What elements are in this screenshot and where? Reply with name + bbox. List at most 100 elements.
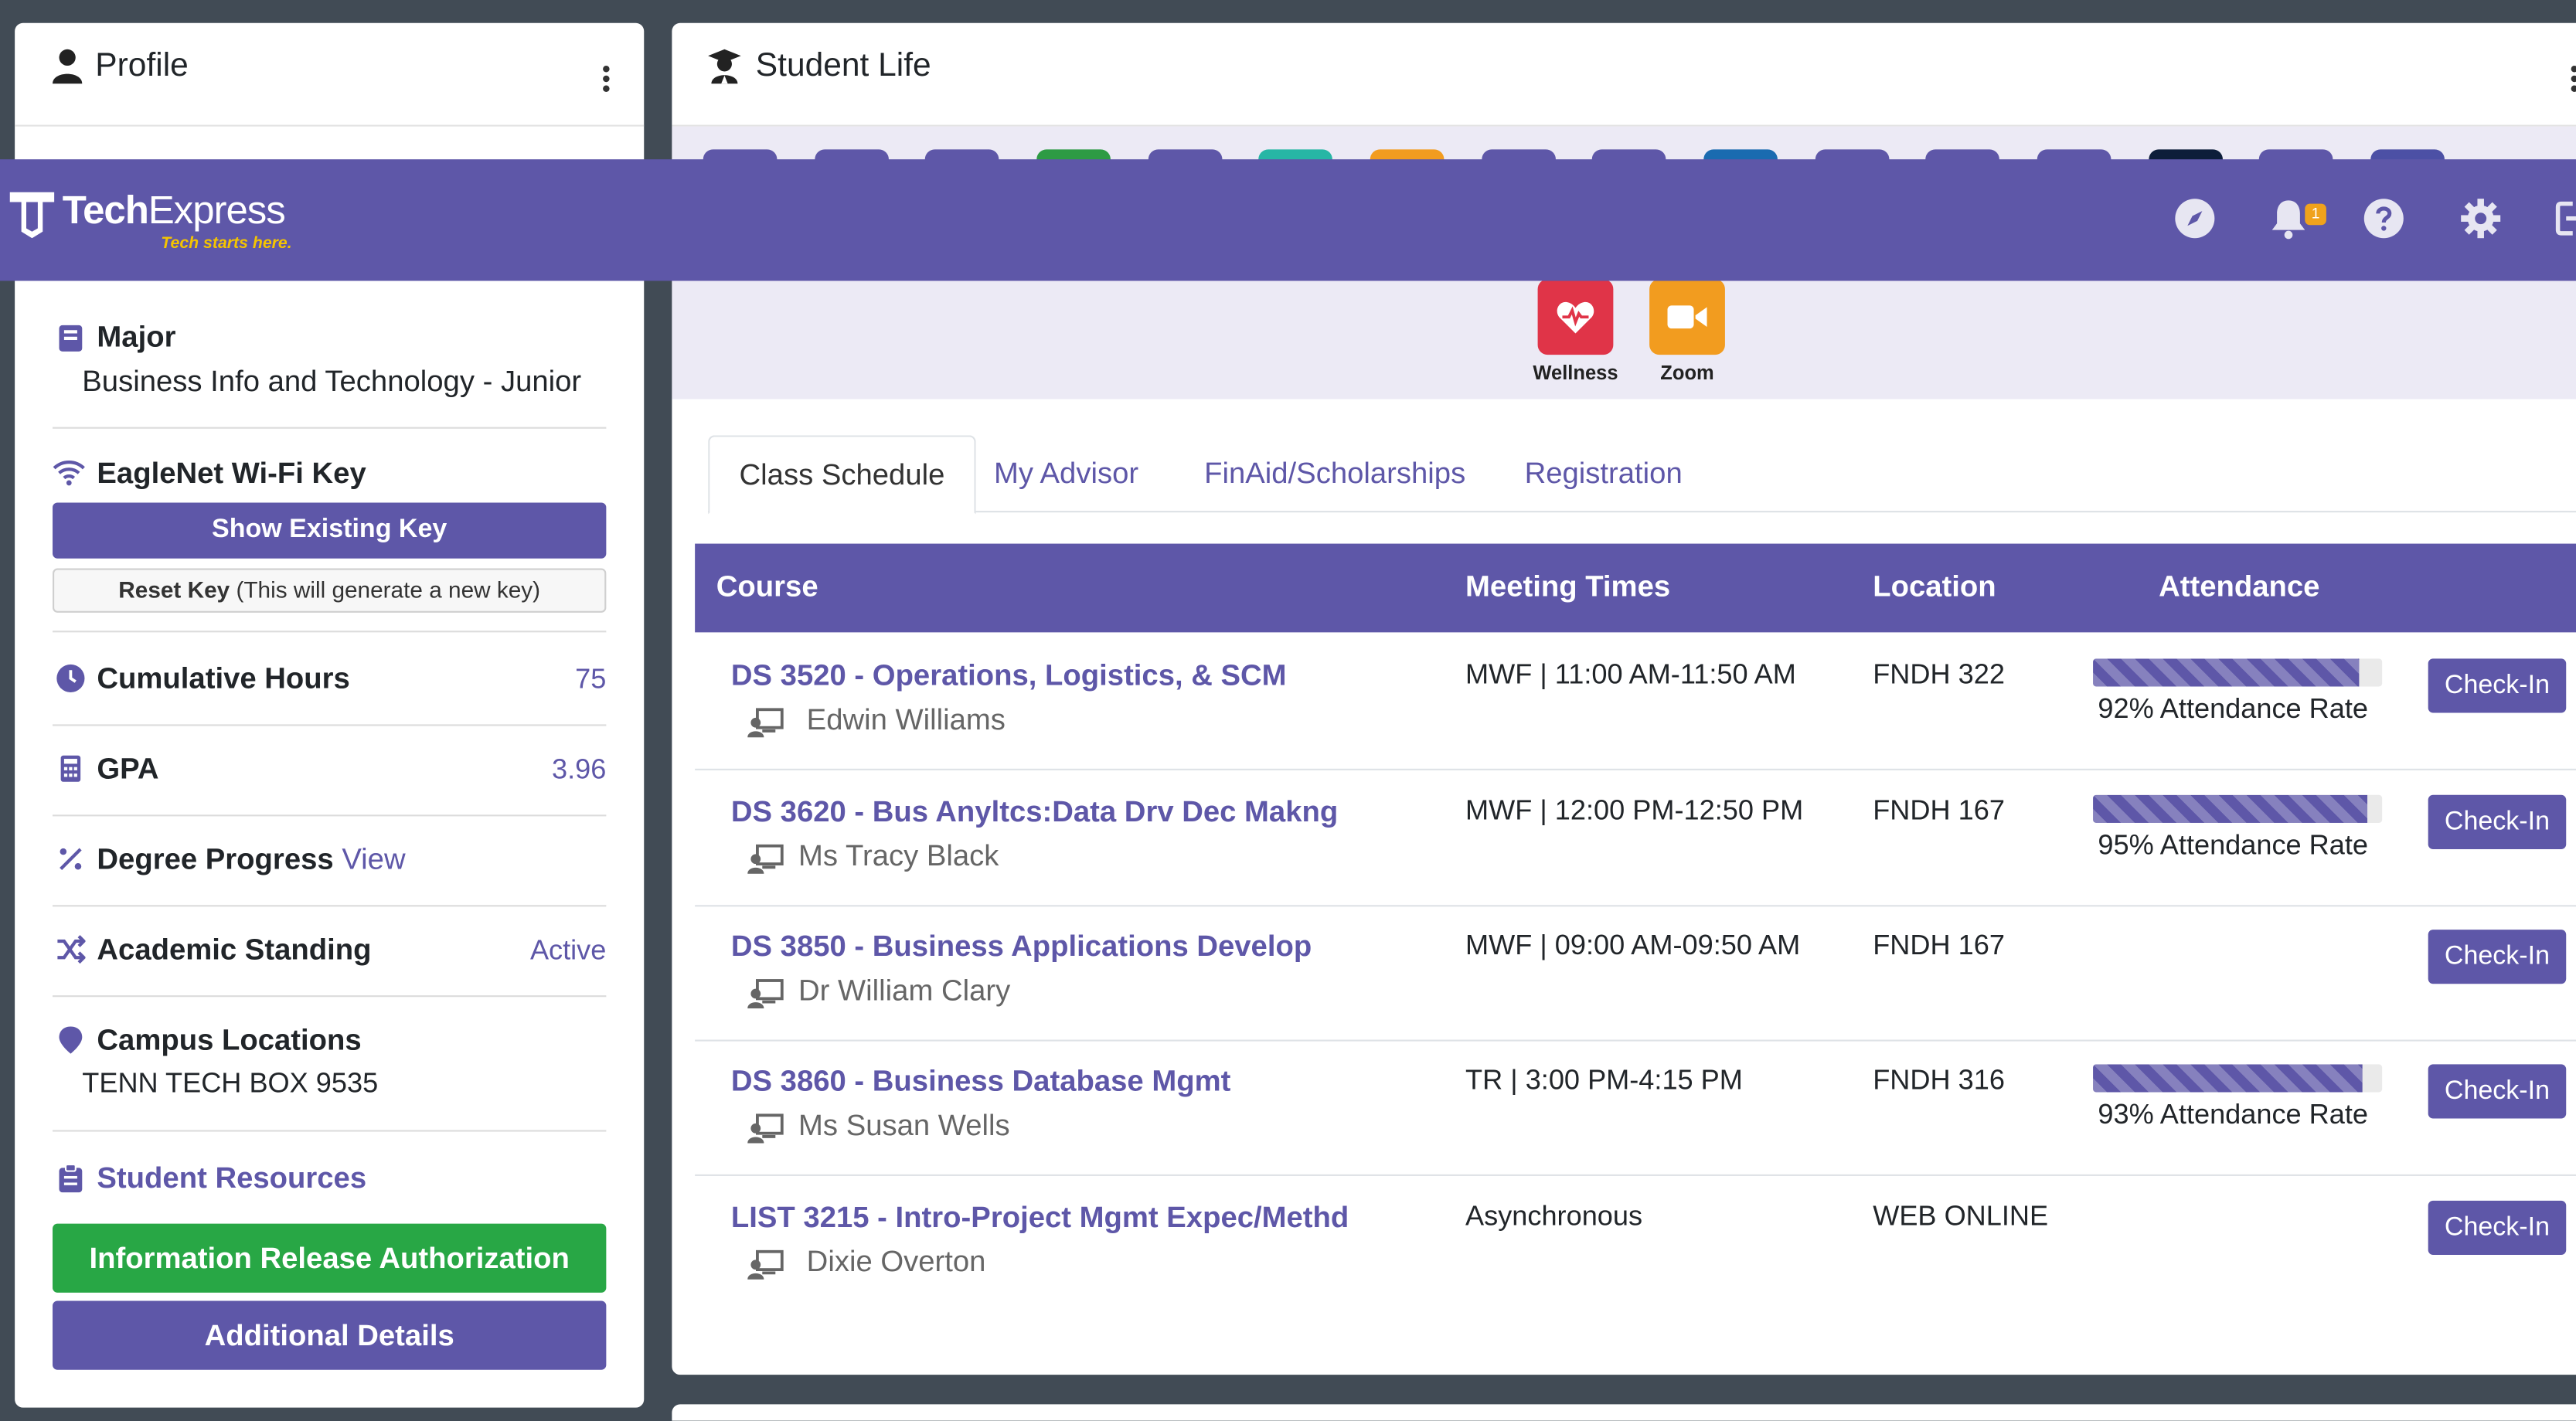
instructor-name: Dr William Clary [798,974,1011,1008]
instructor-name: Ms Susan Wells [798,1108,1010,1142]
instructor-name: Edwin Williams [806,702,1006,736]
gpa-row: GPA 3.96 [53,726,607,817]
col-attendance: Attendance [2159,569,2320,603]
tab-finaid-scholarships[interactable]: FinAid/Scholarships [1204,435,1465,511]
additional-details-button[interactable]: Additional Details [53,1300,607,1370]
student-life-title: Student Life [755,47,931,84]
attendance-bar-fill [2093,794,2368,823]
attendance-rate: 92% Attendance Rate [2098,693,2369,725]
next-card-edge [672,1404,2576,1421]
gpa-value: 3.96 [552,753,607,786]
show-key-button[interactable]: Show Existing Key [53,502,607,559]
help-icon[interactable] [2363,197,2405,240]
col-location: Location [1873,569,1996,603]
campus-label: Campus Locations [97,1023,362,1056]
tab-class-schedule[interactable]: Class Schedule [708,435,976,515]
student-life-header: Student Life [672,23,2576,127]
app-logo[interactable]: TechExpress [63,189,286,235]
chalkboard-teacher-icon [747,708,784,738]
table-row: DS 3620 - Bus Anyltcs:Data Drv Dec Makng… [695,770,2576,907]
percent-icon [60,848,82,870]
meeting-time: MWF | 12:00 PM-12:50 PM [1465,794,1804,827]
course-link[interactable]: DS 3620 - Bus Anyltcs:Data Drv Dec Makng [731,795,1338,830]
location: WEB ONLINE [1873,1200,2049,1232]
attendance-bar [2093,1064,2383,1093]
info-release-button[interactable]: Information Release Authorization [53,1223,607,1293]
gear-icon[interactable] [2459,197,2502,240]
chalkboard-teacher-icon [747,844,784,874]
divider [53,631,607,633]
col-meeting-times: Meeting Times [1465,569,1671,603]
student-life-menu-icon[interactable] [2569,66,2576,95]
check-in-button[interactable]: Check-In [2428,1200,2567,1255]
table-row: DS 3850 - Business Applications Develop … [695,905,2576,1042]
book-icon [59,325,83,352]
table-row: DS 3520 - Operations, Logistics, & SCM E… [695,634,2576,770]
heart-pulse-icon [1557,301,1594,334]
top-navigation-bar: TechExpress Tech starts here. 1 [0,159,2576,281]
standing-value: Active [529,934,607,966]
map-marker-icon [59,1026,83,1054]
wifi-icon [53,460,85,486]
chalkboard-teacher-icon [747,1113,784,1144]
degree-view-link[interactable]: View [342,842,405,875]
chalkboard-teacher-icon [747,1249,784,1280]
compass-icon[interactable] [2173,197,2216,240]
attendance-rate: 93% Attendance Rate [2098,1099,2369,1130]
check-in-button[interactable]: Check-In [2428,930,2567,984]
degree-label: Degree Progress View [97,842,405,877]
notification-badge: 1 [2305,203,2326,226]
major-label: Major [97,320,176,354]
hours-row: Cumulative Hours 75 [53,637,607,726]
reset-key-label: Reset Key [118,576,230,603]
tech-logo-icon [9,192,55,239]
reset-key-button[interactable]: Reset Key (This will generate a new key) [53,568,607,613]
attendance-bar-fill [2093,658,2360,687]
check-in-button[interactable]: Check-In [2428,794,2567,849]
attendance-bar [2093,794,2383,823]
bell-icon[interactable] [2267,197,2309,240]
gpa-label: GPA [97,752,159,786]
wellness-tile[interactable] [1537,279,1614,355]
table-row: LIST 3215 - Intro-Project Mgmt Expec/Met… [695,1176,2576,1311]
logo-tagline: Tech starts here. [161,234,292,253]
student-resources-link[interactable]: Student Resources [97,1161,366,1196]
check-in-button[interactable]: Check-In [2428,658,2567,713]
course-link[interactable]: DS 3860 - Business Database Mgmt [731,1064,1230,1099]
instructor-name: Ms Tracy Black [798,839,999,872]
degree-row: Degree Progress View [53,816,607,907]
video-camera-icon [1667,305,1707,329]
graduate-icon [708,49,741,84]
course-link[interactable]: DS 3520 - Operations, Logistics, & SCM [731,658,1287,693]
reset-key-note: (This will generate a new key) [236,576,541,603]
profile-menu-icon[interactable] [601,66,611,95]
logout-icon[interactable] [2554,197,2576,240]
clipboard-icon [59,1164,83,1193]
wifi-label: EagleNet Wi-Fi Key [97,456,366,490]
clock-icon [56,664,85,692]
location: FNDH 167 [1873,930,2005,961]
location: FNDH 316 [1873,1064,2005,1096]
degree-label-text: Degree Progress [97,842,334,875]
chalkboard-teacher-icon [747,979,784,1009]
zoom-label: Zoom [1660,361,1714,385]
meeting-time: MWF | 11:00 AM-11:50 AM [1465,658,1796,690]
user-icon [53,49,83,84]
meeting-time: MWF | 09:00 AM-09:50 AM [1465,930,1801,961]
table-row: DS 3860 - Business Database Mgmt Ms Susa… [695,1040,2576,1176]
tab-registration[interactable]: Registration [1525,435,1683,511]
course-link[interactable]: DS 3850 - Business Applications Develop [731,930,1312,964]
campus-value: TENN TECH BOX 9535 [82,1067,379,1100]
calculator-icon [60,755,81,782]
standing-row: Academic Standing Active [53,906,607,998]
zoom-tile[interactable] [1649,279,1725,355]
meeting-time: TR | 3:00 PM-4:15 PM [1465,1064,1743,1096]
attendance-bar-fill [2093,1064,2362,1093]
attendance-rate: 95% Attendance Rate [2098,829,2369,861]
tab-my-advisor[interactable]: My Advisor [994,435,1138,511]
course-link[interactable]: LIST 3215 - Intro-Project Mgmt Expec/Met… [731,1201,1349,1236]
hours-value: 75 [575,663,607,695]
location: FNDH 167 [1873,794,2005,827]
col-course: Course [716,569,818,603]
check-in-button[interactable]: Check-In [2428,1064,2567,1119]
